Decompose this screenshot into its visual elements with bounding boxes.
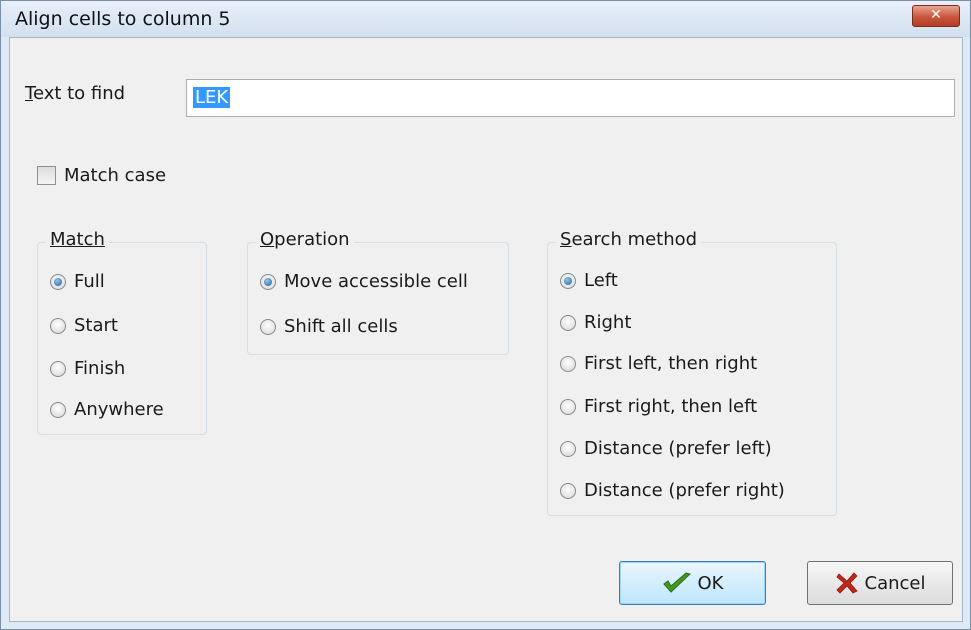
radio-button[interactable] [560,272,576,289]
radio-match-start[interactable]: Start [50,315,118,336]
radio-label: Anywhere [74,399,164,420]
ok-button-label: OK [697,572,724,594]
radio-match-full[interactable]: Full [50,271,105,292]
radio-button[interactable] [50,360,66,377]
radio-label: Left [584,270,618,291]
radio-label: Distance (prefer left) [584,438,772,459]
radio-move-accessible-cell[interactable]: Move accessible cell [260,271,468,292]
radio-label: First left, then right [584,353,758,374]
radio-button[interactable] [560,482,576,499]
checkmark-icon [662,572,691,593]
window-title: Align cells to column 5 [15,8,231,30]
radio-distance-prefer-right[interactable]: Distance (prefer right) [560,480,785,501]
radio-search-left[interactable]: Left [560,270,618,291]
radio-first-right-then-left[interactable]: First right, then left [560,396,757,417]
operation-group: Operation Move accessible cell Shift all… [247,229,509,355]
radio-label: First right, then left [584,396,758,417]
radio-button[interactable] [50,317,66,334]
match-case-label: Match case [64,165,167,186]
radio-label: Right [584,312,632,333]
search-method-group: Search method Left Right First left, the… [547,229,837,516]
radio-match-anywhere[interactable]: Anywhere [50,399,164,420]
radio-button[interactable] [560,355,576,372]
radio-first-left-then-right[interactable]: First left, then right [560,353,757,374]
radio-button[interactable] [50,273,66,290]
radio-button[interactable] [260,318,276,335]
dialog-window: Align cells to column 5 ✕ Text to find L… [0,0,971,630]
ok-button[interactable]: OK [619,561,766,605]
cancel-button-label: Cancel [864,572,926,594]
search-method-group-title: Search method [556,229,702,250]
match-group: Match Full Start Finish Anywhere [37,229,207,435]
radio-distance-prefer-left[interactable]: Distance (prefer left) [560,438,772,459]
x-icon [835,572,858,594]
cancel-button[interactable]: Cancel [807,561,953,605]
radio-button[interactable] [260,273,276,290]
radio-button[interactable] [560,398,576,415]
text-to-find-input[interactable]: LEK [186,79,955,117]
radio-label: Full [74,271,105,292]
close-icon: ✕ [930,7,942,23]
operation-group-title: Operation [256,229,354,250]
match-group-title: Match [46,229,109,250]
close-button[interactable]: ✕ [912,5,960,27]
radio-match-finish[interactable]: Finish [50,358,125,379]
radio-button[interactable] [560,314,576,331]
radio-search-right[interactable]: Right [560,312,631,333]
radio-label: Finish [74,358,126,379]
radio-label: Start [74,315,118,336]
text-to-find-label: Text to find [25,83,126,104]
title-bar[interactable]: Align cells to column 5 ✕ [1,1,970,37]
text-to-find-value: LEK [193,87,231,108]
radio-button[interactable] [50,401,66,418]
radio-button[interactable] [560,440,576,457]
radio-label: Shift all cells [284,316,398,337]
radio-label: Move accessible cell [284,271,468,292]
radio-label: Distance (prefer right) [584,480,785,501]
match-case-checkbox[interactable]: Match case [37,165,166,186]
checkbox-box[interactable] [37,166,56,185]
radio-shift-all-cells[interactable]: Shift all cells [260,316,398,337]
